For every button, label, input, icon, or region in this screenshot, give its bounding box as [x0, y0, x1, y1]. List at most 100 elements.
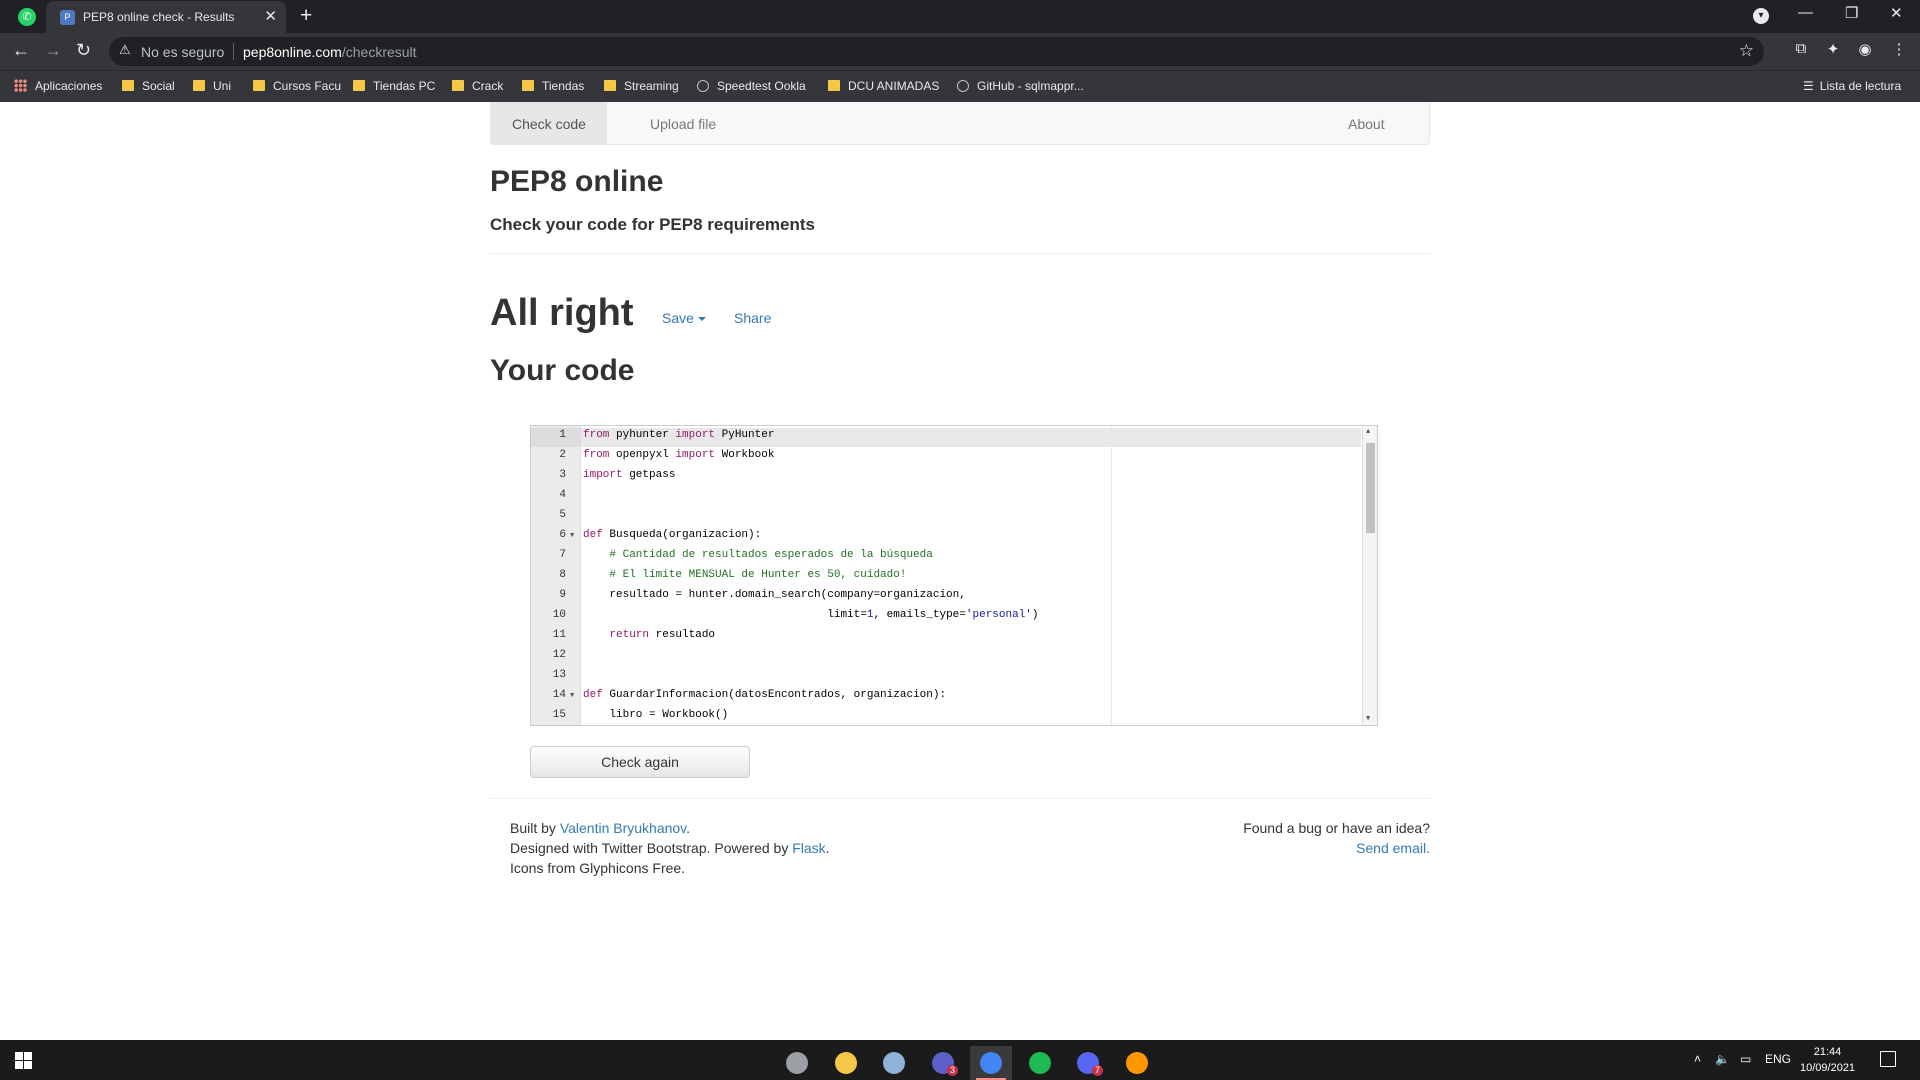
code-token: resultado = hunter.domain_search(company…: [583, 589, 966, 601]
site-favicon-icon: P: [60, 10, 75, 25]
scroll-thumb[interactable]: [1366, 443, 1375, 533]
scroll-down-icon[interactable]: ▼: [1366, 715, 1370, 723]
print-margin: [1111, 426, 1112, 725]
windows-start-icon[interactable]: [15, 1052, 32, 1069]
bookmark-star-icon[interactable]: ☆: [1739, 41, 1754, 61]
editor-scrollbar[interactable]: ▲ ▼: [1362, 426, 1377, 725]
app-glyph: [883, 1052, 905, 1074]
send-email-link[interactable]: Send email.: [1356, 840, 1430, 856]
folder-icon: [452, 80, 464, 91]
bookmark-dcu-animadas[interactable]: DCU ANIMADAS: [828, 79, 939, 93]
close-window-icon[interactable]: ✕: [1890, 4, 1903, 22]
nav-about[interactable]: About: [1348, 116, 1385, 132]
code-line[interactable]: return resultado: [583, 629, 715, 641]
browser-tab[interactable]: P PEP8 online check - Results ✕: [46, 1, 286, 33]
fold-arrow-icon[interactable]: ▼: [570, 692, 574, 700]
footer-send-email[interactable]: Send email.: [1356, 840, 1430, 856]
url-text[interactable]: pep8online.com/checkresult: [243, 44, 417, 60]
bookmark-crack[interactable]: Crack: [452, 79, 503, 93]
discord-icon[interactable]: 7: [1067, 1046, 1109, 1080]
code-line[interactable]: libro = Workbook(): [583, 709, 728, 721]
nav-check-code[interactable]: Check code: [491, 102, 607, 144]
bookmark-tiendas-pc[interactable]: Tiendas PC: [353, 79, 435, 93]
line-number: 15: [552, 709, 566, 721]
save-dropdown[interactable]: Save: [662, 310, 706, 326]
bookmark-streaming[interactable]: Streaming: [604, 79, 679, 93]
app-badge: 3: [946, 1065, 958, 1076]
language-indicator[interactable]: ENG: [1765, 1052, 1791, 1066]
app-glyph: [980, 1052, 1002, 1074]
menu-kebab-icon[interactable]: ⋮: [1889, 40, 1909, 60]
code-editor[interactable]: 1 from pyhunter import PyHunter 2 from open…: [530, 425, 1378, 726]
code-line[interactable]: from pyhunter import PyHunter: [583, 429, 774, 441]
bookmark-uni[interactable]: Uni: [193, 79, 231, 93]
footer-text: Built by: [510, 820, 560, 836]
translate-icon[interactable]: ⧉: [1791, 40, 1811, 60]
your-code-heading: Your code: [490, 354, 635, 387]
code-line[interactable]: import getpass: [583, 469, 675, 481]
forward-icon[interactable]: →: [44, 40, 62, 61]
caret-down-icon: [697, 317, 706, 321]
code-line[interactable]: from openpyxl import Workbook: [583, 449, 774, 461]
author-link[interactable]: Valentin Bryukhanov: [560, 820, 686, 836]
reading-list[interactable]: ☰ Lista de lectura: [1803, 79, 1901, 93]
code-line[interactable]: def GuardarInformacion(datosEncontrados,…: [583, 689, 946, 701]
network-icon[interactable]: ▭: [1740, 1052, 1751, 1066]
restore-icon[interactable]: ❐: [1845, 4, 1858, 22]
warning-icon[interactable]: ⚠: [119, 42, 131, 58]
bookmark-social[interactable]: Social: [122, 79, 175, 93]
divider: [490, 798, 1430, 799]
close-tab-icon[interactable]: ✕: [264, 7, 277, 25]
sublime-text-icon[interactable]: [1116, 1046, 1158, 1080]
reload-icon[interactable]: ↻: [76, 40, 91, 61]
check-again-button[interactable]: Check again: [530, 746, 750, 778]
github-icon: [957, 80, 969, 92]
volume-icon[interactable]: 🔈: [1715, 1052, 1730, 1066]
file-explorer-icon[interactable]: [825, 1046, 867, 1080]
taskbar-clock[interactable]: 21:44 10/09/2021: [1800, 1044, 1855, 1076]
footer-designed: Designed with Twitter Bootstrap. Powered…: [510, 840, 830, 856]
spotify-icon[interactable]: [1019, 1046, 1061, 1080]
bookmark-tiendas[interactable]: Tiendas: [522, 79, 584, 93]
folder-icon: [828, 80, 840, 91]
app-glyph: [1126, 1052, 1148, 1074]
minimize-icon[interactable]: —: [1798, 4, 1813, 21]
bookmark-label: Streaming: [624, 79, 679, 93]
profile-avatar-icon[interactable]: ◉: [1855, 40, 1875, 60]
tab-title: PEP8 online check - Results: [83, 10, 235, 24]
flask-link[interactable]: Flask: [792, 840, 825, 856]
scroll-up-icon[interactable]: ▲: [1366, 428, 1370, 436]
code-line[interactable]: # El límite MENSUAL de Hunter es 50, cui…: [583, 569, 906, 581]
extensions-puzzle-icon[interactable]: ✦: [1823, 40, 1843, 60]
nav-upload-file[interactable]: Upload file: [650, 116, 716, 132]
feather-app-icon[interactable]: [776, 1046, 818, 1080]
bookmark-speedtest[interactable]: Speedtest Ookla: [697, 79, 806, 93]
chrome-icon[interactable]: [970, 1046, 1012, 1080]
security-label[interactable]: No es seguro: [141, 44, 224, 60]
teams-icon[interactable]: 3: [922, 1046, 964, 1080]
code-line[interactable]: # Cantidad de resultados esperados de la…: [583, 549, 933, 561]
notifications-icon[interactable]: [1880, 1051, 1896, 1067]
reading-list-label: Lista de lectura: [1819, 79, 1902, 93]
code-line[interactable]: resultado = hunter.domain_search(company…: [583, 589, 966, 601]
whatsapp-icon[interactable]: ✆: [18, 8, 36, 26]
bookmark-github[interactable]: GitHub - sqlmappr...: [957, 79, 1084, 93]
code-line[interactable]: limit=1, emails_type='personal'): [583, 609, 1038, 621]
bookmark-apps[interactable]: Aplicaciones: [14, 79, 102, 93]
tab-strip: ✆ P PEP8 online check - Results ✕ + ▾ — …: [0, 0, 1920, 33]
back-icon[interactable]: ←: [12, 40, 30, 61]
address-bar[interactable]: ⚠ No es seguro pep8online.com/checkresul…: [109, 37, 1764, 66]
code-token: # Cantidad de resultados esperados de la…: [609, 549, 933, 561]
tray-chevron-icon[interactable]: ˄: [1694, 1052, 1701, 1066]
reading-list-icon: ☰: [1803, 79, 1814, 93]
tab-search-icon[interactable]: ▾: [1753, 8, 1769, 24]
share-link[interactable]: Share: [734, 310, 771, 326]
notes-app-icon[interactable]: [873, 1046, 915, 1080]
code-line[interactable]: def Busqueda(organizacion):: [583, 529, 761, 541]
fold-arrow-icon[interactable]: ▼: [570, 532, 574, 540]
new-tab-icon[interactable]: +: [300, 4, 312, 28]
clock-time: 21:44: [1813, 1046, 1842, 1058]
bookmark-cursos-facu[interactable]: Cursos Facu: [253, 79, 341, 93]
